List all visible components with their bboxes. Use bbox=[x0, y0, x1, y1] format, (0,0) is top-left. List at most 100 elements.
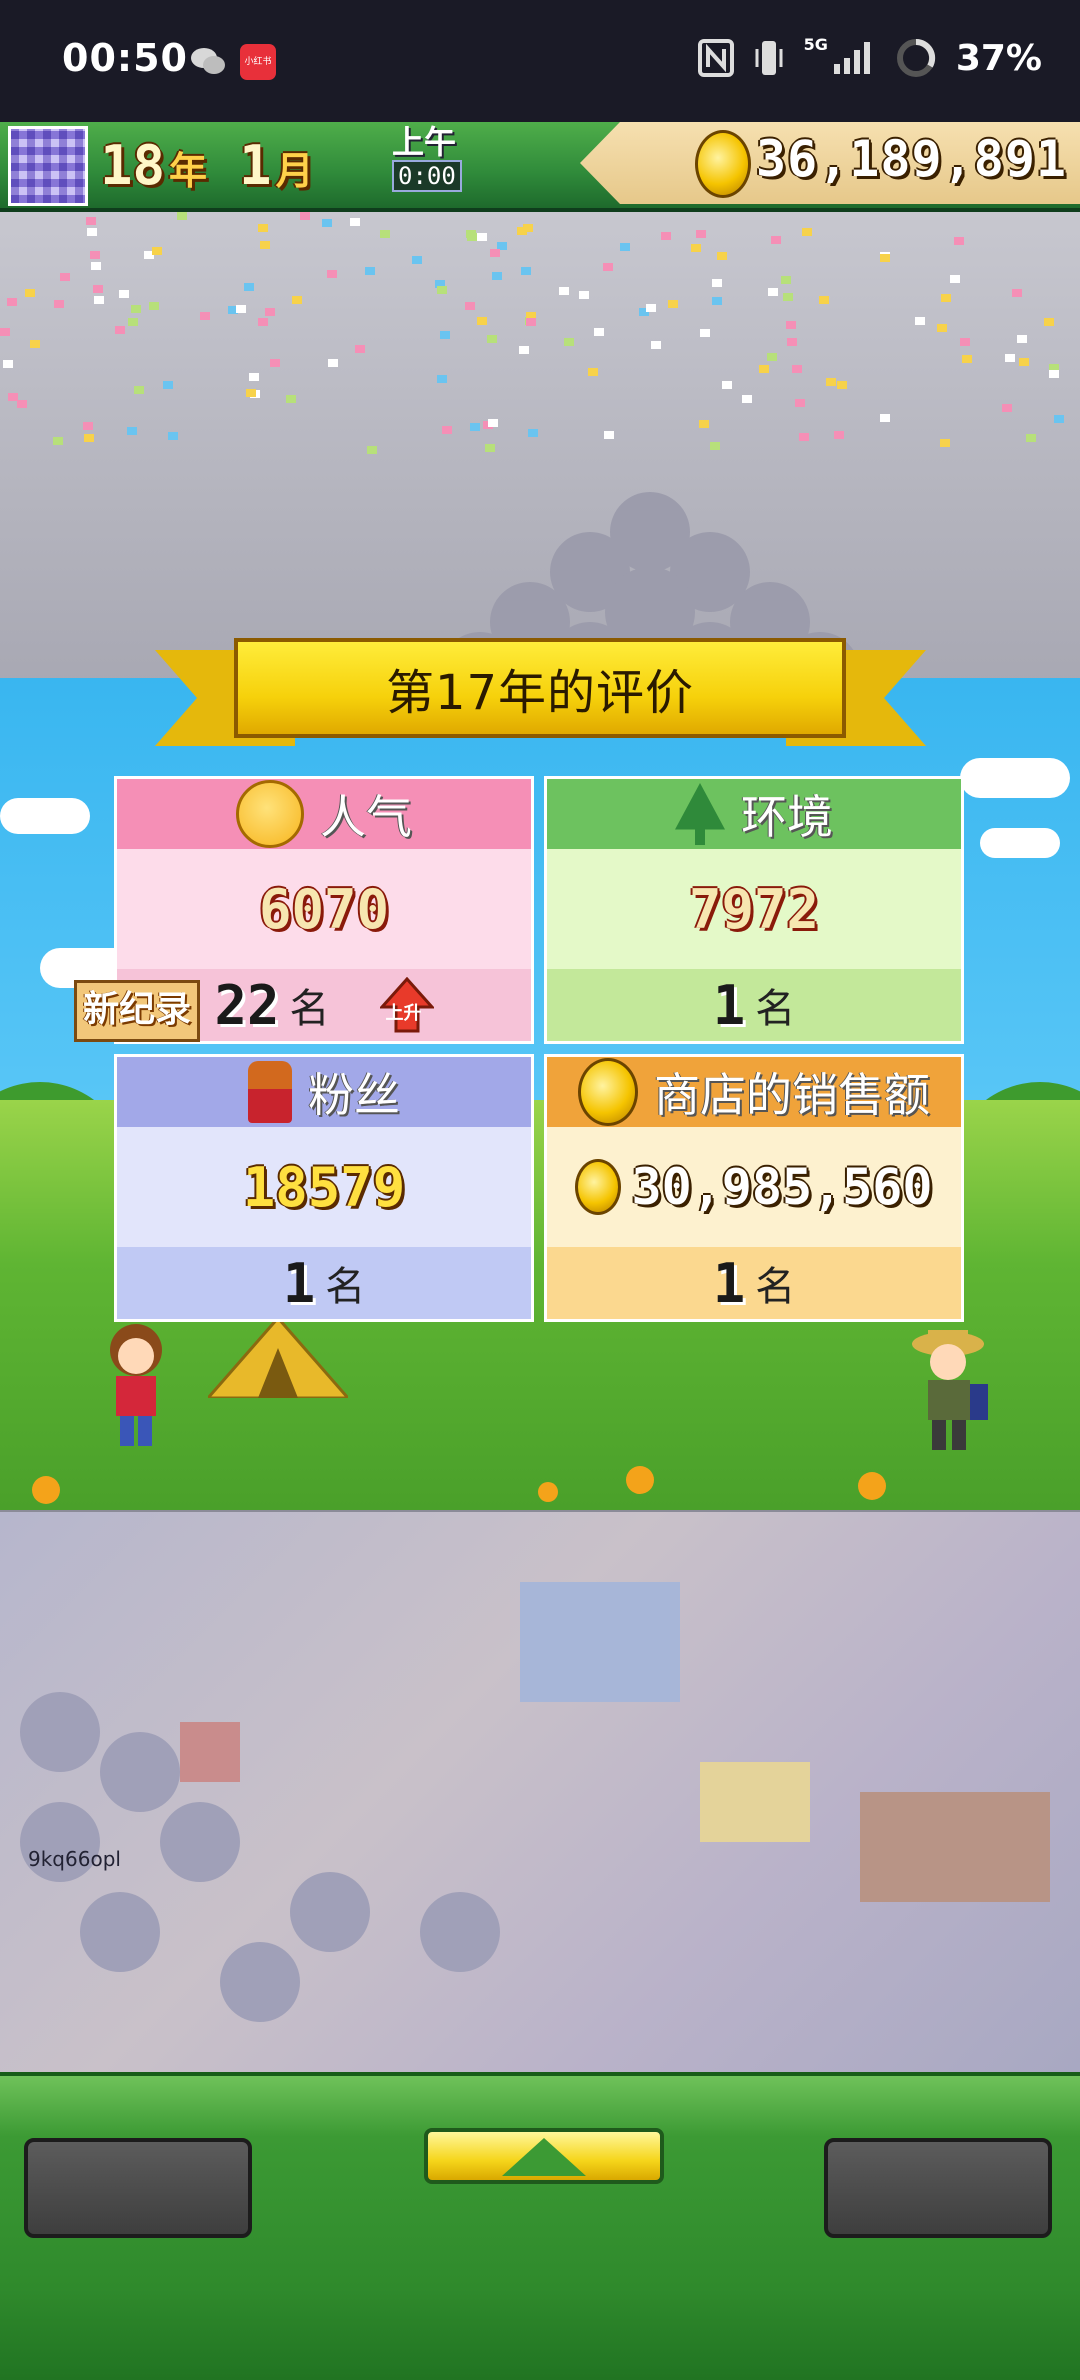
confetti-piece bbox=[54, 300, 64, 308]
confetti-piece bbox=[1026, 434, 1036, 442]
environment-rank-unit: 名 bbox=[755, 986, 796, 1032]
confetti-piece bbox=[168, 432, 178, 440]
network-label: 5G bbox=[803, 34, 828, 54]
confetti-piece bbox=[668, 300, 678, 308]
money-amount: 36,189,891 bbox=[756, 130, 1068, 188]
confetti-piece bbox=[519, 346, 529, 354]
confetti-piece bbox=[799, 433, 809, 441]
fan-character-icon bbox=[248, 1061, 292, 1123]
confetti-piece bbox=[915, 317, 925, 325]
confetti-piece bbox=[699, 420, 709, 428]
confetti-piece bbox=[771, 236, 781, 244]
confetti-piece bbox=[487, 335, 497, 343]
year-value: 18 bbox=[100, 134, 166, 197]
confetti-piece bbox=[322, 219, 332, 227]
period-label: 上午 bbox=[392, 123, 457, 161]
wechat-icon bbox=[191, 48, 225, 74]
shop-sales-label: 商店的销售额 bbox=[654, 1068, 930, 1122]
confetti-piece bbox=[786, 321, 796, 329]
popularity-header: 人气 bbox=[117, 779, 531, 849]
confetti-piece bbox=[661, 232, 671, 240]
confetti-piece bbox=[292, 296, 302, 304]
new-record-badge: 新纪录 bbox=[74, 980, 200, 1042]
confetti-piece bbox=[1054, 415, 1064, 423]
confetti-piece bbox=[1019, 358, 1029, 366]
confetti-piece bbox=[25, 289, 35, 297]
confetti-piece bbox=[717, 252, 727, 260]
left-control-button[interactable] bbox=[24, 2138, 252, 2238]
confetti-piece bbox=[86, 217, 96, 225]
environment-header: 环境 bbox=[547, 779, 961, 849]
vibrate-icon bbox=[755, 41, 783, 75]
confetti-piece bbox=[84, 434, 94, 442]
confetti-piece bbox=[1017, 335, 1027, 343]
confetti-piece bbox=[244, 283, 254, 291]
nfc-icon bbox=[697, 39, 734, 77]
cloud bbox=[980, 828, 1060, 858]
rank-up-arrow-icon: 上升 bbox=[378, 976, 435, 1033]
confetti-piece bbox=[485, 444, 495, 452]
confetti-piece bbox=[300, 212, 310, 220]
popularity-rank-unit: 名 bbox=[289, 986, 330, 1032]
town-map-faded[interactable] bbox=[0, 1512, 1080, 2072]
confetti-piece bbox=[646, 304, 656, 312]
confetti-piece bbox=[134, 386, 144, 394]
fans-header: 粉丝 bbox=[117, 1057, 531, 1127]
confetti-piece bbox=[265, 308, 275, 316]
right-control-button[interactable] bbox=[824, 2138, 1052, 2238]
confetti-piece bbox=[940, 439, 950, 447]
game-hud: 18 年 1 月 上午 0:00 36,189,891 bbox=[0, 122, 1080, 212]
confetti-piece bbox=[477, 233, 487, 241]
battery-icon bbox=[896, 38, 935, 77]
confetti-piece bbox=[792, 365, 802, 373]
confetti-piece bbox=[3, 360, 13, 368]
month-unit: 月 bbox=[275, 149, 314, 193]
confetti-piece bbox=[781, 276, 791, 284]
confetti-piece bbox=[94, 296, 104, 304]
fans-label: 粉丝 bbox=[308, 1068, 400, 1122]
menu-qr-icon[interactable] bbox=[8, 126, 88, 206]
confetti-piece bbox=[466, 230, 476, 238]
confetti-piece bbox=[588, 368, 598, 376]
confetti-piece bbox=[328, 359, 338, 367]
confetti-piece bbox=[722, 381, 732, 389]
explorer-character bbox=[912, 1330, 988, 1450]
confetti-piece bbox=[1002, 404, 1012, 412]
overlay-watermark-text: 9kq66opl bbox=[28, 1847, 121, 1871]
confetti-piece bbox=[152, 247, 162, 255]
confetti-piece bbox=[355, 345, 365, 353]
confetti-piece bbox=[880, 254, 890, 262]
confetti-piece bbox=[380, 230, 390, 238]
rank-up-label: 上升 bbox=[385, 1003, 422, 1024]
confetti-piece bbox=[826, 378, 836, 386]
confetti-piece bbox=[367, 446, 377, 454]
signal-icon bbox=[833, 42, 870, 74]
confetti-piece bbox=[937, 324, 947, 332]
confetti-piece bbox=[119, 290, 129, 298]
popularity-label: 人气 bbox=[320, 790, 412, 844]
confetti-piece bbox=[93, 285, 103, 293]
shop-sales-value-row: 30,985,560 bbox=[547, 1127, 961, 1247]
confetti-piece bbox=[880, 414, 890, 422]
confetti-piece bbox=[258, 318, 268, 326]
coin-icon bbox=[578, 1058, 638, 1126]
confetti-piece bbox=[819, 296, 829, 304]
confetti-piece bbox=[594, 328, 604, 336]
confetti-piece bbox=[517, 227, 527, 235]
confetti-piece bbox=[442, 426, 452, 434]
confetti-piece bbox=[83, 422, 93, 430]
cloud bbox=[960, 758, 1070, 798]
confetti-piece bbox=[91, 262, 101, 270]
expand-up-button[interactable] bbox=[424, 2128, 664, 2184]
confetti-piece bbox=[115, 326, 125, 334]
evaluation-title: 第17年的评价 bbox=[385, 665, 695, 721]
flowers bbox=[32, 1466, 886, 1504]
confetti-piece bbox=[528, 429, 538, 437]
confetti-piece bbox=[526, 318, 536, 326]
confetti-piece bbox=[258, 224, 268, 232]
evaluation-banner: 第17年的评价 bbox=[234, 638, 846, 738]
confetti-piece bbox=[177, 212, 187, 220]
confetti-piece bbox=[950, 275, 960, 283]
fans-rank-unit: 名 bbox=[325, 1264, 366, 1310]
confetti-piece bbox=[712, 279, 722, 287]
